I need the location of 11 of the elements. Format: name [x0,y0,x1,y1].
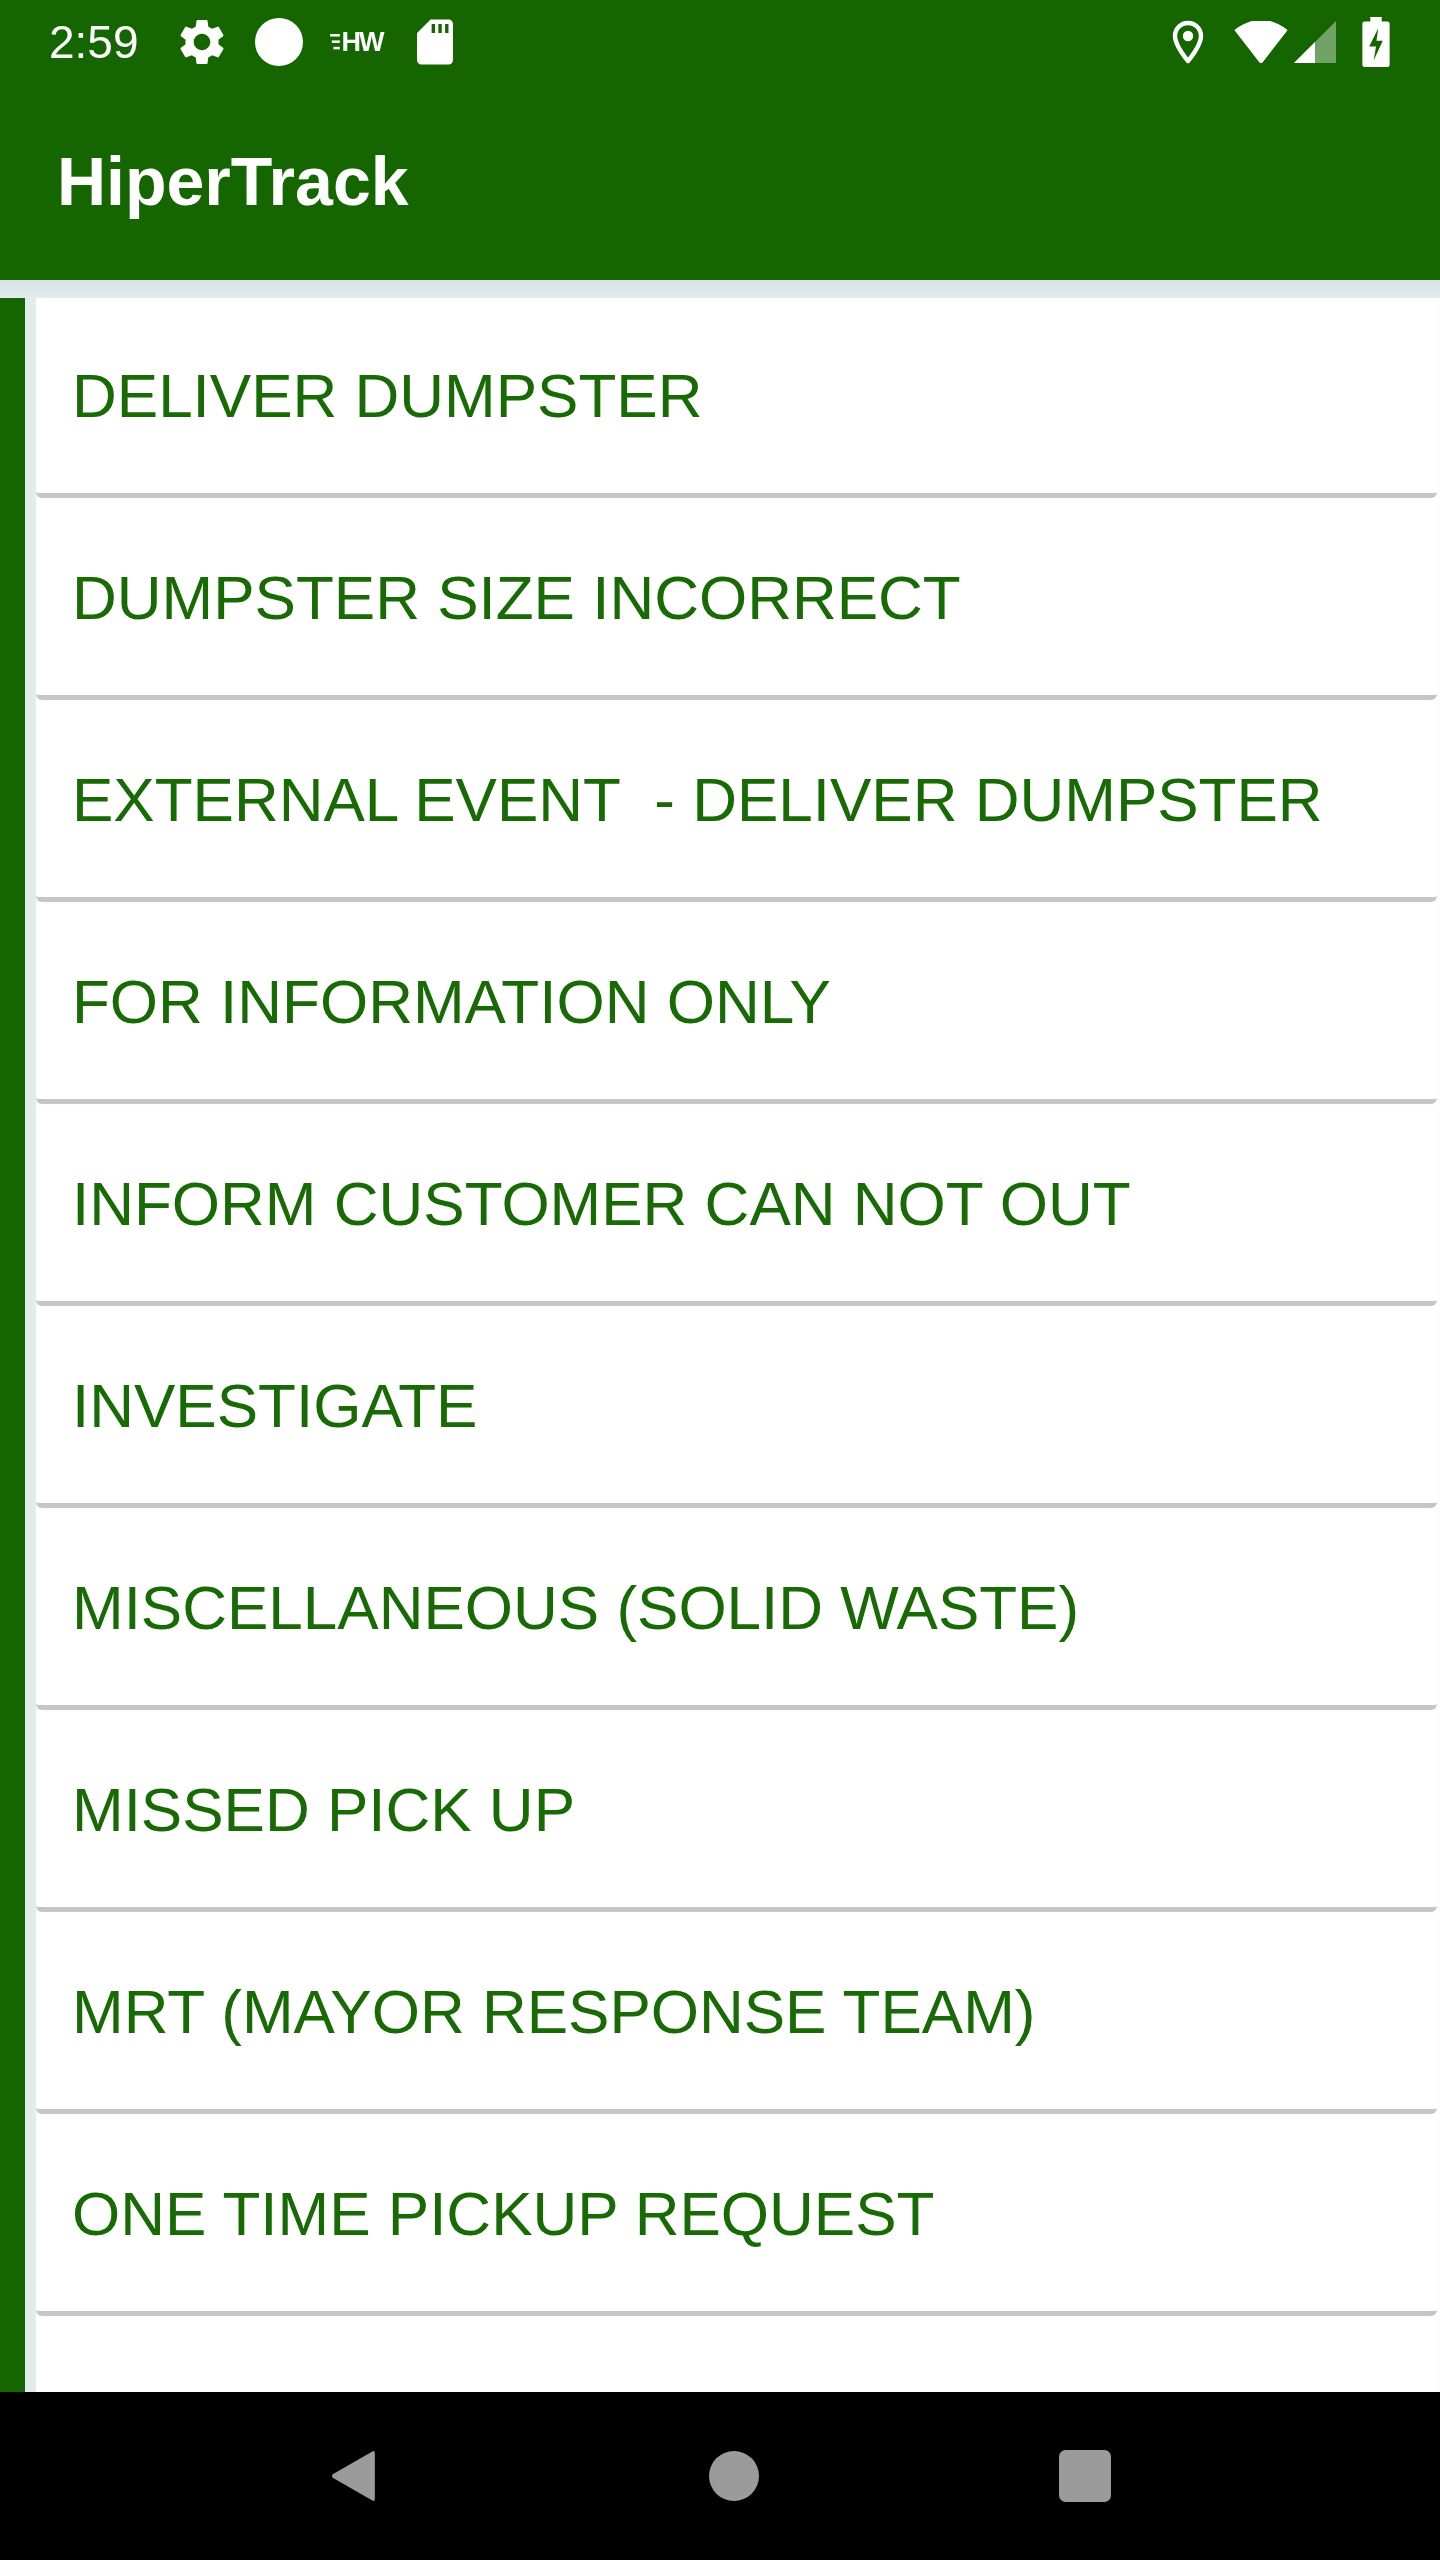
signal-icon [1294,21,1336,63]
wifi-icon [1234,21,1288,63]
notification-logo-text: HW [341,28,383,56]
circle-icon [254,18,303,66]
status-time: 2:59 [49,19,139,65]
battery-charging-icon [1362,17,1390,67]
sd-card-icon [416,19,453,65]
settings-icon [178,19,225,65]
speed-lines-icon [329,34,340,50]
home-icon[interactable] [709,2451,759,2501]
location-pin-icon [1172,20,1204,64]
